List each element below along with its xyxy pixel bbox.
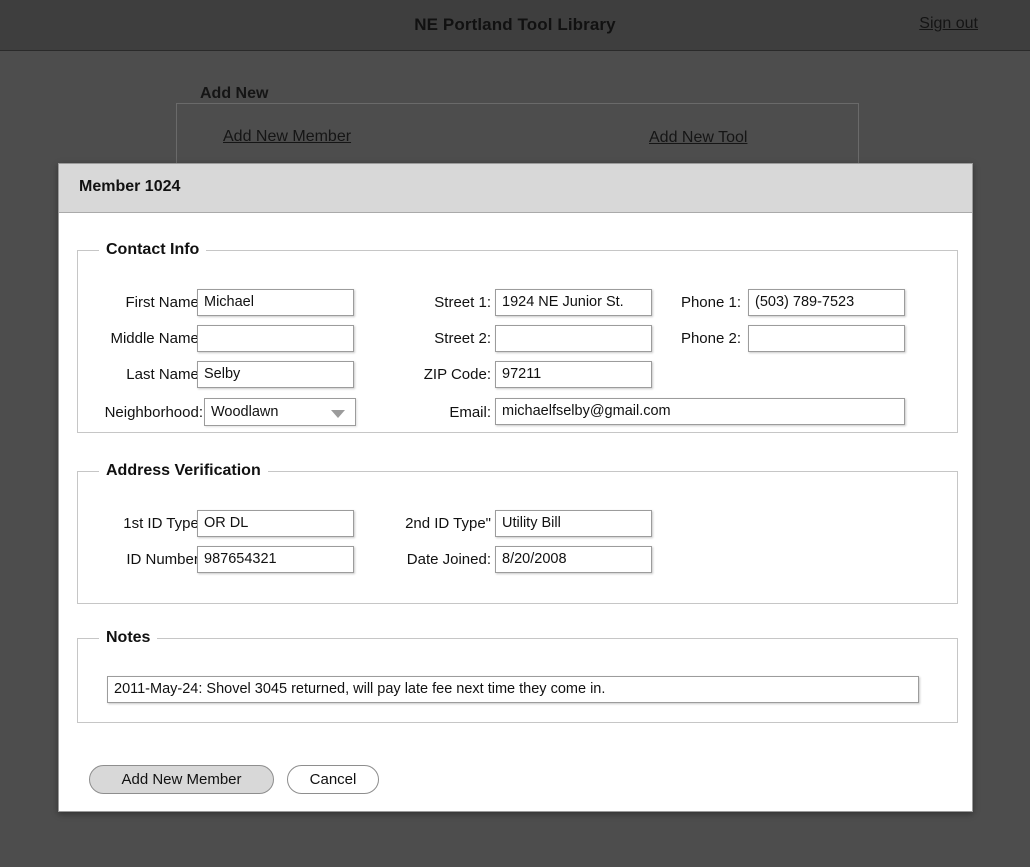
chevron-down-icon [331, 410, 345, 418]
dialog-title: Member 1024 [79, 178, 181, 195]
address-verification-fieldset [77, 471, 958, 604]
middle-name-input[interactable] [197, 325, 354, 352]
street-2-label: Street 2: [434, 330, 491, 347]
contact-info-legend: Contact Info [99, 241, 207, 259]
dialog-titlebar [59, 164, 972, 213]
last-name-label: Last Name: [126, 366, 203, 383]
phone-1-label: Phone 1: [680, 294, 741, 311]
member-dialog: Member 1024 Contact Info First Name: Mic… [58, 163, 973, 812]
first-id-type-label: 1st ID Type: [123, 515, 203, 532]
add-new-legend: Add New [192, 85, 277, 103]
add-new-member-button[interactable]: Add New Member [89, 765, 274, 794]
street-1-input[interactable]: 1924 NE Junior St. [495, 289, 652, 316]
first-name-input[interactable]: Michael [197, 289, 354, 316]
notes-input[interactable]: 2011-May-24: Shovel 3045 returned, will … [107, 676, 919, 703]
zip-code-input[interactable]: 97211 [495, 361, 652, 388]
id-number-label: ID Number: [126, 551, 203, 568]
add-new-tool-link[interactable]: Add New Tool [649, 129, 747, 147]
date-joined-input[interactable]: 8/20/2008 [495, 546, 652, 573]
second-id-type-label: 2nd ID Type" [405, 515, 491, 532]
app-header: NE Portland Tool Library Sign out [0, 0, 1030, 51]
first-name-label: First Name: [125, 294, 203, 311]
neighborhood-select[interactable]: Woodlawn [204, 398, 356, 426]
id-number-input[interactable]: 987654321 [197, 546, 354, 573]
zip-code-label: ZIP Code: [423, 366, 491, 383]
last-name-input[interactable]: Selby [197, 361, 354, 388]
phone-2-label: Phone 2: [680, 330, 741, 347]
middle-name-label: Middle Name: [110, 330, 203, 347]
cancel-button[interactable]: Cancel [287, 765, 379, 794]
phone-1-input[interactable]: (503) 789-7523 [748, 289, 905, 316]
first-id-type-input[interactable]: OR DL [197, 510, 354, 537]
email-input[interactable]: michaelfselby@gmail.com [495, 398, 905, 425]
street-1-label: Street 1: [434, 294, 491, 311]
neighborhood-select-value: Woodlawn [211, 404, 279, 420]
page-title: NE Portland Tool Library [414, 15, 616, 34]
add-new-member-link[interactable]: Add New Member [223, 128, 351, 146]
address-verification-legend: Address Verification [99, 462, 268, 480]
notes-legend: Notes [99, 629, 158, 647]
email-label: Email: [449, 404, 491, 421]
date-joined-label: Date Joined: [406, 551, 491, 568]
neighborhood-label: Neighborhood: [104, 404, 203, 421]
phone-2-input[interactable] [748, 325, 905, 352]
street-2-input[interactable] [495, 325, 652, 352]
second-id-type-input[interactable]: Utility Bill [495, 510, 652, 537]
sign-out-link[interactable]: Sign out [919, 15, 978, 33]
